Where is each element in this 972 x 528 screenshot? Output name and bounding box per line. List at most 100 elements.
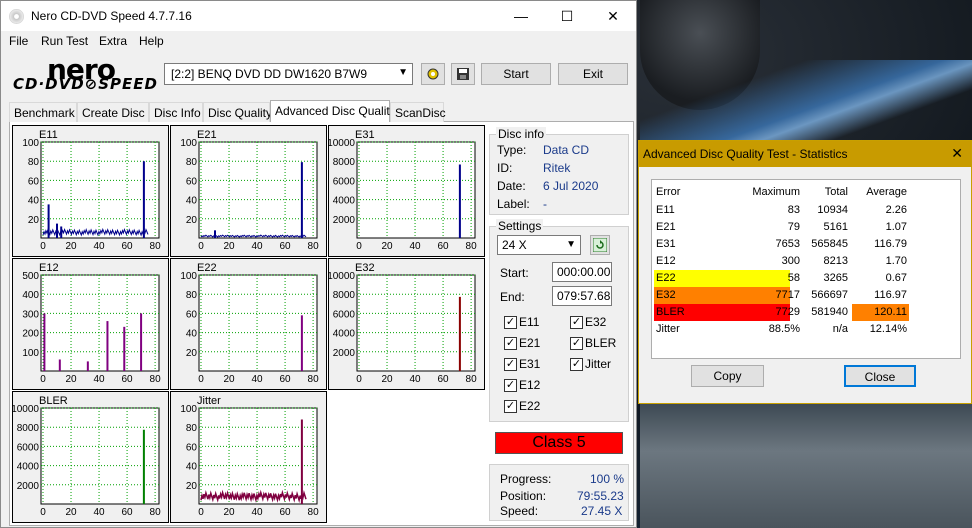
- x-tick-label: 40: [93, 241, 105, 252]
- menu-run-test[interactable]: Run Test: [41, 34, 88, 48]
- x-tick-label: 80: [466, 241, 478, 252]
- settings-legend: Settings: [496, 219, 544, 233]
- y-tick-label: 10000: [13, 404, 39, 415]
- refresh-button[interactable]: [590, 235, 610, 255]
- y-tick-label: 100: [22, 138, 39, 149]
- plot-area: [40, 407, 160, 505]
- graph-plot: 100 80 60 40 20 0 20 40 60 80: [180, 138, 319, 252]
- x-tick-label: 20: [223, 241, 235, 252]
- save-button[interactable]: [451, 63, 475, 85]
- stats-header-cell: Error: [656, 186, 681, 198]
- stats-row: E31 7653 565845 116.79: [652, 236, 960, 253]
- start-button[interactable]: Start: [481, 63, 551, 85]
- y-tick-label: 40: [186, 196, 198, 207]
- stats-cell-error: E32: [656, 289, 676, 301]
- tab-create-disc[interactable]: Create Disc: [77, 102, 149, 122]
- progress-value: 100 %: [590, 472, 625, 486]
- x-tick-label: 40: [251, 507, 263, 518]
- disc-label-label: Label:: [497, 197, 530, 211]
- tab-scandisc[interactable]: ScanDisc: [390, 102, 446, 122]
- x-tick-label: 60: [438, 374, 450, 385]
- stats-row: E11 83 10934 2.26: [652, 202, 960, 219]
- y-tick-label: 60: [186, 442, 198, 453]
- close-button[interactable]: ✕: [590, 1, 636, 31]
- x-tick-label: 80: [308, 374, 320, 385]
- checkbox-e32[interactable]: ✓: [570, 316, 583, 329]
- y-tick-label: 8000: [333, 290, 356, 301]
- tab-benchmark[interactable]: Benchmark: [9, 102, 77, 122]
- checkbox-label: E31: [519, 357, 541, 371]
- menu-extra[interactable]: Extra: [99, 34, 127, 48]
- checkbox-e31[interactable]: ✓: [504, 358, 517, 371]
- stats-cell-avg: 116.97: [874, 289, 907, 301]
- x-tick-label: 0: [356, 241, 362, 252]
- exit-button[interactable]: Exit: [558, 63, 628, 85]
- x-tick-label: 60: [280, 241, 292, 252]
- dialog-close-button[interactable]: ✕: [951, 145, 963, 162]
- checkbox-e12[interactable]: ✓: [504, 379, 517, 392]
- start-input[interactable]: 000:00.00: [552, 262, 612, 282]
- stats-cell-avg: 116.79: [874, 238, 907, 250]
- position-value: 79:55.23: [577, 489, 624, 503]
- copy-button[interactable]: Copy: [691, 365, 764, 387]
- y-tick-label: 60: [186, 176, 198, 187]
- x-tick-label: 40: [251, 241, 263, 252]
- stats-cell-error: BLER: [656, 306, 685, 318]
- floppy-icon: [457, 68, 469, 80]
- speed-select[interactable]: 24 X ▼: [497, 235, 581, 255]
- checkbox-bler[interactable]: ✓: [570, 337, 583, 350]
- checkbox-label: E11: [519, 315, 540, 329]
- y-tick-label: 20: [28, 215, 40, 226]
- checkbox-e22[interactable]: ✓: [504, 400, 517, 413]
- graph-e22: E22 100 80 60 40 20 0 20 40 60 80: [170, 258, 327, 390]
- stats-row: E12 300 8213 1.70: [652, 253, 960, 270]
- stats-cell-max: 88.5%: [768, 323, 800, 335]
- checkbox-label: E32: [585, 315, 607, 329]
- menu-file[interactable]: File: [9, 34, 28, 48]
- x-tick-label: 20: [65, 374, 77, 385]
- y-tick-label: 60: [186, 309, 198, 320]
- checkbox-e21[interactable]: ✓: [504, 337, 517, 350]
- x-tick-label: 0: [40, 507, 46, 518]
- graph-e32: E32 10000 8000 6000 4000 2000 0 20 40 60 80: [328, 258, 485, 390]
- tab-advanced-disc-quality[interactable]: Advanced Disc Quality: [270, 100, 396, 122]
- graph-plot: 10000 8000 6000 4000 2000 0 20 40 60 80: [329, 271, 477, 385]
- checkbox-e11[interactable]: ✓: [504, 316, 517, 329]
- x-tick-label: 0: [40, 374, 46, 385]
- stats-cell-max: 58: [787, 272, 800, 284]
- minimize-button[interactable]: —: [498, 1, 544, 31]
- dialog-close-btn[interactable]: Close: [844, 365, 916, 387]
- checkbox-jitter[interactable]: ✓: [570, 358, 583, 371]
- graph-e11: E11 100 80 60 40 20 0 20 40 60 80: [12, 125, 169, 257]
- x-tick-label: 0: [198, 507, 204, 518]
- stats-cell-max: 83: [787, 204, 800, 216]
- x-tick-label: 80: [150, 241, 162, 252]
- y-tick-label: 500: [22, 271, 39, 282]
- menu-help[interactable]: Help: [139, 34, 164, 48]
- speed-select-value: 24 X: [502, 238, 527, 252]
- statistics-dialog: Advanced Disc Quality Test - Statistics …: [638, 140, 972, 404]
- end-input[interactable]: 079:57.68: [552, 286, 612, 306]
- y-tick-label: 40: [186, 462, 198, 473]
- stats-cell-avg: 0.67: [885, 272, 907, 284]
- checkbox-label: Jitter: [585, 357, 612, 371]
- tab-disc-info[interactable]: Disc Info: [149, 102, 203, 122]
- maximize-button[interactable]: ☐: [544, 1, 590, 31]
- drive-select[interactable]: [2:2] BENQ DVD DD DW1620 B7W9 ▼: [164, 63, 413, 85]
- drive-options-button[interactable]: [421, 63, 445, 85]
- stats-cell-total: n/a: [832, 323, 848, 335]
- graph-plot: 500 400 300 200 100 0 20 40 60 80: [22, 271, 161, 385]
- y-tick-label: 100: [180, 271, 197, 282]
- refresh-icon: [592, 237, 608, 253]
- start-label: Start:: [500, 266, 529, 280]
- y-tick-label: 40: [186, 329, 198, 340]
- y-tick-label: 80: [28, 157, 40, 168]
- y-tick-label: 80: [186, 290, 198, 301]
- tab-disc-quality[interactable]: Disc Quality: [203, 102, 272, 122]
- dialog-title-bar: Advanced Disc Quality Test - Statistics …: [639, 141, 971, 167]
- y-tick-label: 4000: [333, 196, 356, 207]
- disc-date-label: Date:: [497, 179, 526, 193]
- stats-cell-avg: 120.11: [874, 306, 907, 318]
- plot-area: [40, 141, 160, 239]
- stats-row: E22 58 3265 0.67: [652, 270, 960, 287]
